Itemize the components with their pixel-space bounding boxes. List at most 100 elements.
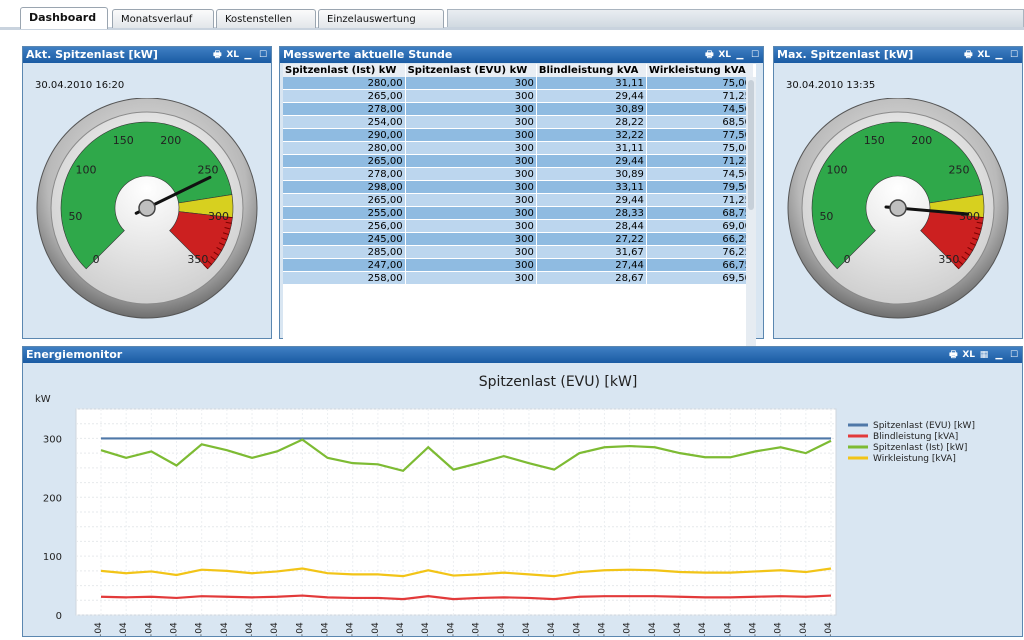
table-row[interactable]: 278,00 300 30,89 74,50: [283, 102, 755, 116]
table-cell: 74,50: [646, 102, 755, 116]
panel-controls: 🖶 XL ▁ ☐: [962, 47, 1020, 63]
gauge-tick-label: 100: [76, 164, 97, 177]
scrollbar-thumb[interactable]: [748, 80, 754, 210]
xl-export-button[interactable]: XL: [962, 349, 975, 361]
table-cell: 28,22: [536, 115, 647, 129]
x-tick-label: 30.04: [824, 622, 834, 636]
print-icon[interactable]: 🖶: [962, 49, 974, 61]
table-row[interactable]: 258,00 300 28,67 69,50: [283, 271, 755, 285]
table-row[interactable]: 280,00 300 31,11 75,00: [283, 77, 755, 90]
table-cell: 29,44: [536, 193, 647, 207]
tab-kostenstellen[interactable]: Kostenstellen: [216, 9, 316, 28]
y-tick-label: 100: [43, 552, 62, 563]
panel-title: Messwerte aktuelle Stunde: [283, 48, 453, 61]
table-row[interactable]: 255,00 300 28,33 68,75: [283, 206, 755, 220]
xl-export-button[interactable]: XL: [226, 49, 239, 61]
x-tick-label: 10.04: [321, 622, 331, 636]
gauge-tick-label: 200: [911, 134, 932, 147]
print-icon[interactable]: 🖶: [947, 349, 959, 361]
table-row[interactable]: 256,00 300 28,44 69,00: [283, 219, 755, 233]
table-cell: 32,22: [536, 128, 647, 142]
print-icon[interactable]: 🖶: [703, 49, 715, 61]
table-cell: 300: [405, 154, 537, 168]
minimize-icon[interactable]: ▁: [993, 49, 1005, 61]
table-row[interactable]: 247,00 300 27,44 66,75: [283, 258, 755, 272]
table-row[interactable]: 265,00 300 29,44 71,25: [283, 154, 755, 168]
table-row[interactable]: 298,00 300 33,11 79,50: [283, 180, 755, 194]
table-row[interactable]: 290,00 300 32,22 77,50: [283, 128, 755, 142]
table-row[interactable]: 265,00 300 29,44 71,25: [283, 89, 755, 103]
x-tick-label: 28.04: [774, 622, 784, 636]
chart-type-icon[interactable]: ▦: [978, 349, 990, 361]
table-cell: 300: [405, 128, 537, 142]
gauge-tick-label: 350: [187, 253, 208, 266]
minimize-icon[interactable]: ▁: [242, 49, 254, 61]
line-chart: Spitzenlast (EVU) [kW] kW 0 100 200 300 01.04 0…: [35, 374, 975, 640]
gauge-tick-label: 200: [160, 134, 181, 147]
panel-current-peak-load: Akt. Spitzenlast [kW] 🖶 XL ▁ ☐ 30.04.201…: [22, 46, 272, 339]
gauge-tick-label: 0: [93, 253, 100, 266]
table-row[interactable]: 278,00 300 30,89 74,50: [283, 167, 755, 181]
table-cell: 77,50: [646, 128, 755, 142]
chart-title: Spitzenlast (EVU) [kW]: [479, 374, 638, 390]
xl-export-button[interactable]: XL: [718, 49, 731, 61]
gauge-current-peak-load: 0 50 100 150 200 250 300 350: [36, 98, 258, 319]
maximize-icon[interactable]: ☐: [1008, 349, 1020, 361]
vertical-scrollbar[interactable]: [746, 77, 756, 370]
print-icon[interactable]: 🖶: [211, 49, 223, 61]
x-tick-label: 14.04: [421, 622, 431, 636]
tab-monatsverlauf[interactable]: Monatsverlauf: [112, 9, 214, 28]
panel-hourly-measurements: Messwerte aktuelle Stunde 🖶 XL ▁ ☐ Spitz…: [279, 46, 764, 382]
table-row[interactable]: 254,00 300 28,22 68,50: [283, 115, 755, 129]
table-cell: 245,00: [283, 232, 406, 246]
x-tick-label: 17.04: [497, 622, 507, 636]
x-tick-label: 16.04: [472, 622, 482, 636]
tab-dashboard[interactable]: Dashboard: [20, 7, 108, 29]
x-tick-label: 08.04: [270, 622, 280, 636]
table-cell: 76,25: [646, 245, 755, 259]
table-cell: 280,00: [283, 77, 406, 90]
x-tick-label: 03.04: [144, 622, 154, 636]
table-row[interactable]: 280,00 300 31,11 75,00: [283, 141, 755, 155]
legend-label: Wirkleistung [kVA]: [873, 454, 956, 464]
column-header[interactable]: Wirkleistung kVA: [646, 64, 755, 77]
x-tick-label: 13.04: [396, 622, 406, 636]
table-cell: 300: [405, 77, 537, 90]
maximize-icon[interactable]: ☐: [1008, 49, 1020, 61]
panel-header: Akt. Spitzenlast [kW] 🖶 XL ▁ ☐: [23, 47, 271, 63]
table-cell: 75,00: [646, 141, 755, 155]
table-cell: 300: [405, 141, 537, 155]
x-tick-label: 05.04: [195, 622, 205, 636]
column-header[interactable]: Spitzenlast (EVU) kW: [405, 64, 537, 77]
table-cell: 300: [405, 232, 537, 246]
table-row[interactable]: 265,00 300 29,44 71,25: [283, 193, 755, 207]
tab-einzelauswertung[interactable]: Einzelauswertung: [318, 9, 444, 28]
panel-title: Energiemonitor: [26, 348, 123, 361]
table-row[interactable]: 245,00 300 27,22 66,25: [283, 232, 755, 246]
maximize-icon[interactable]: ☐: [257, 49, 269, 61]
table-cell: 68,75: [646, 206, 755, 220]
table-cell: 300: [405, 102, 537, 116]
panel-energy-monitor: Energiemonitor 🖶 XL ▦ ▁ ☐ Spitzenlast (E…: [22, 346, 1023, 640]
minimize-icon[interactable]: ▁: [993, 349, 1005, 361]
gauge-tick-label: 50: [68, 210, 82, 223]
table-cell: 285,00: [283, 245, 406, 259]
minimize-icon[interactable]: ▁: [734, 49, 746, 61]
measurements-table: Spitzenlast (Ist) kW Spitzenlast (EVU) k…: [283, 64, 756, 382]
xl-export-button[interactable]: XL: [977, 49, 990, 61]
x-tick-label: 23.04: [648, 622, 658, 636]
table-cell: 300: [405, 180, 537, 194]
panel-max-peak-load: Max. Spitzenlast [kW] 🖶 XL ▁ ☐ 30.04.201…: [773, 46, 1023, 339]
x-tick-label: 26.04: [723, 622, 733, 636]
column-header[interactable]: Spitzenlast (Ist) kW: [283, 64, 406, 77]
gauge-hub: [138, 199, 156, 217]
gauge-tick-label: 100: [827, 164, 848, 177]
table-cell: 265,00: [283, 154, 406, 168]
table-cell: 265,00: [283, 89, 406, 103]
column-header[interactable]: Blindleistung kVA: [536, 64, 647, 77]
table-cell: 74,50: [646, 167, 755, 181]
table-cell: 300: [405, 115, 537, 129]
maximize-icon[interactable]: ☐: [749, 49, 761, 61]
table-cell: 27,44: [536, 258, 647, 272]
table-row[interactable]: 285,00 300 31,67 76,25: [283, 245, 755, 259]
